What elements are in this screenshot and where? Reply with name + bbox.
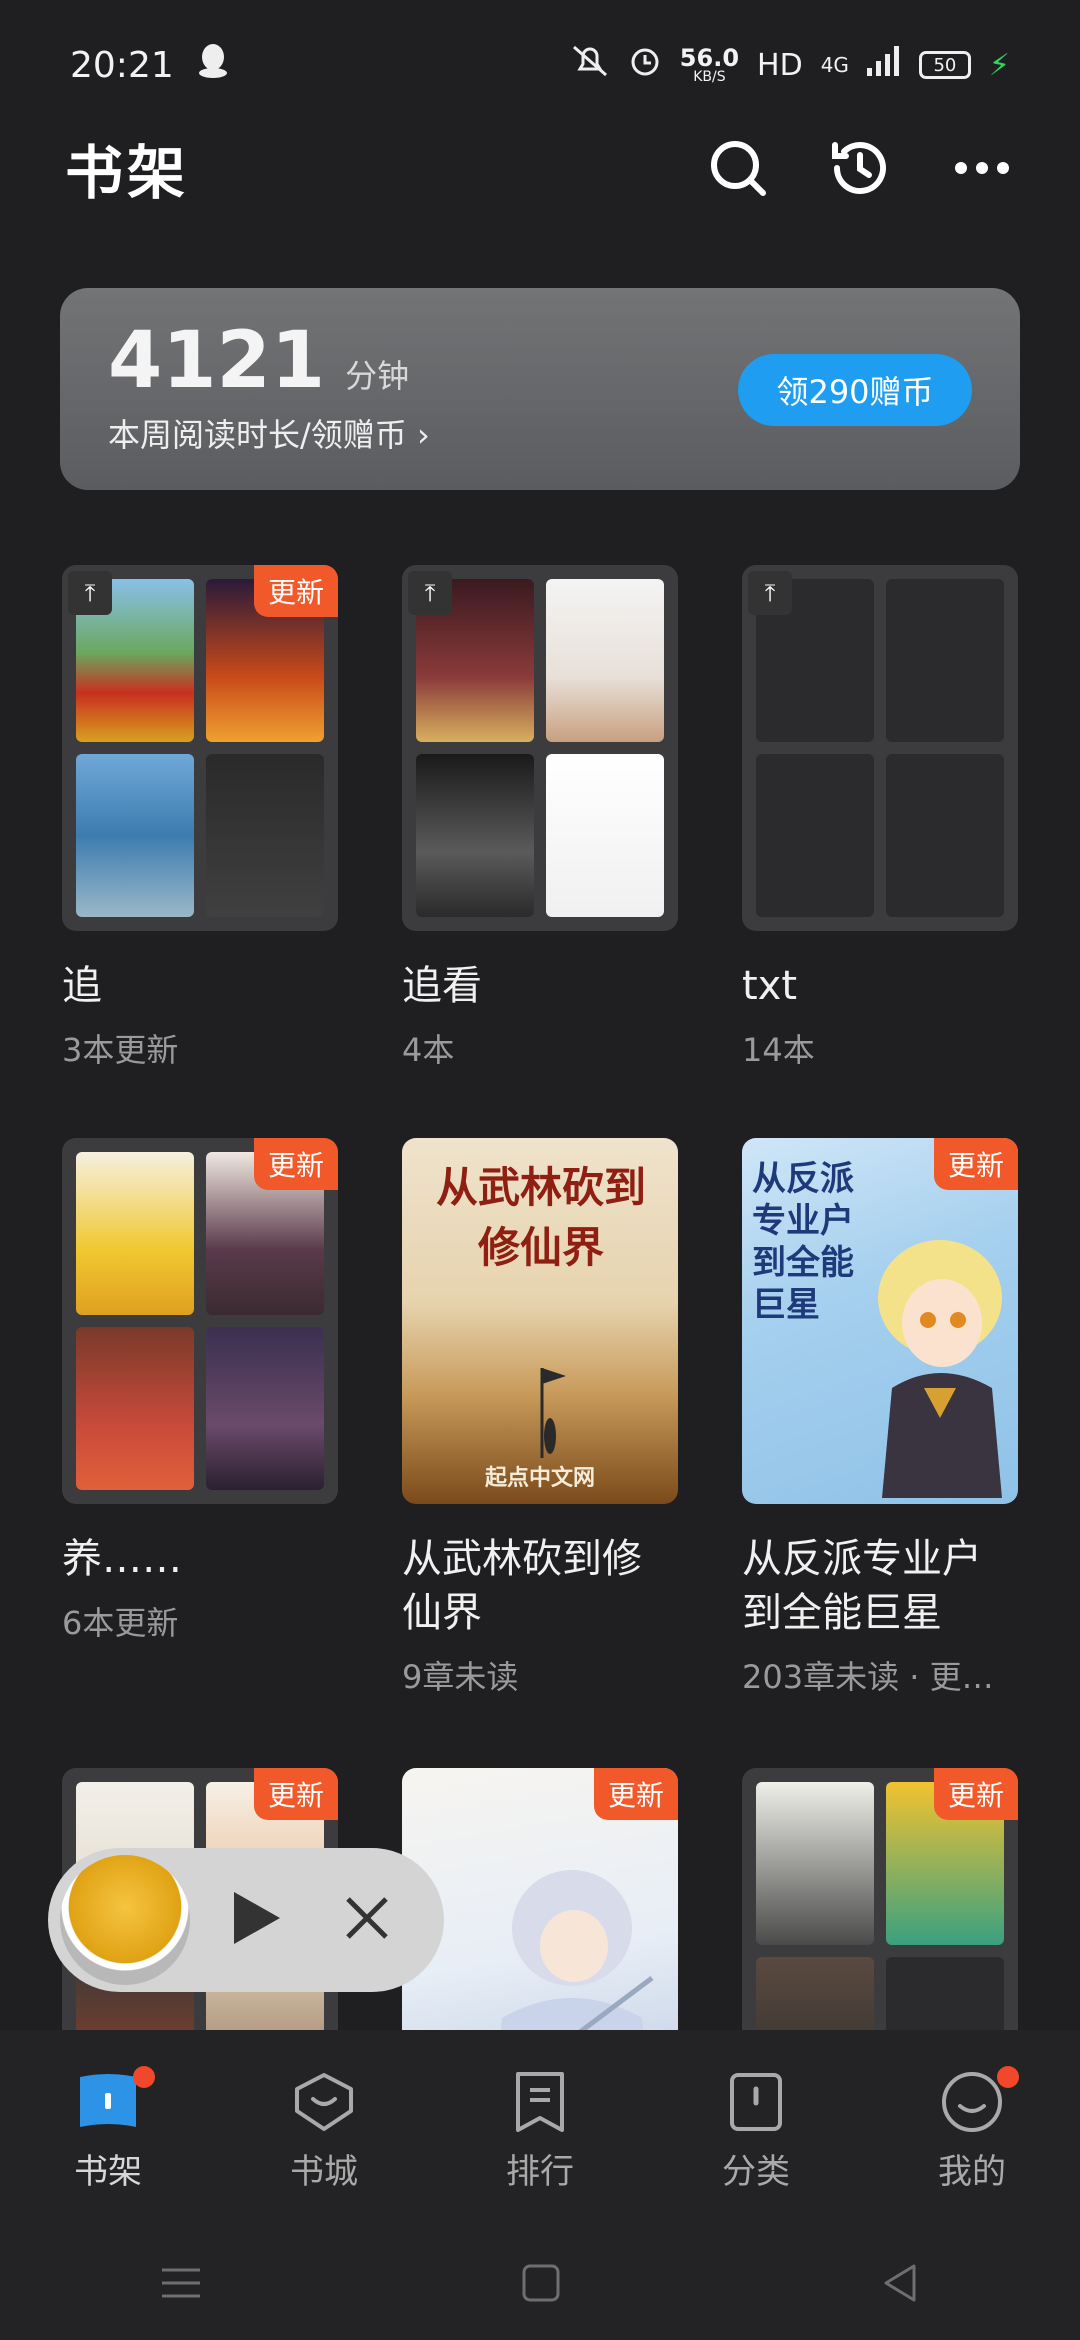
folder-item[interactable]: ⤒ 追看 4本 bbox=[402, 565, 678, 1071]
hd-label: HD bbox=[757, 47, 803, 83]
history-icon[interactable] bbox=[827, 135, 893, 201]
swordsman-figure bbox=[540, 1368, 566, 1458]
item-subtitle: 6本更新 bbox=[62, 1604, 179, 1642]
more-icon[interactable] bbox=[949, 135, 1015, 201]
item-subtitle: 3本更新 bbox=[62, 1031, 179, 1069]
folder-cover: ⤒ bbox=[742, 565, 1018, 931]
update-badge: 更新 bbox=[253, 1768, 338, 1820]
claim-coins-button[interactable]: 领290赠币 bbox=[738, 354, 972, 426]
tab-ranking[interactable]: 排行 bbox=[465, 2066, 615, 2193]
charging-icon: ⚡ bbox=[988, 47, 1010, 83]
back-icon[interactable] bbox=[880, 2262, 920, 2308]
reading-minutes: 4121 bbox=[108, 316, 326, 406]
folder-item[interactable]: ⤒ txt 14本 bbox=[742, 565, 1018, 1071]
folder-cover: ⤒ bbox=[402, 565, 678, 931]
folder-cover: ⤒ 更新 bbox=[62, 565, 338, 931]
item-title: 养…… bbox=[62, 1536, 182, 1582]
item-subtitle: 4本 bbox=[402, 1031, 455, 1069]
folder-item[interactable]: 更新 养…… 6本更新 bbox=[62, 1138, 338, 1644]
tab-label: 分类 bbox=[722, 2152, 790, 2192]
pin-icon: ⤒ bbox=[68, 571, 112, 615]
book-thumb bbox=[416, 754, 534, 917]
item-title: 从武林砍到修仙界 bbox=[402, 1536, 642, 1636]
alarm-icon bbox=[628, 44, 662, 86]
tab-label: 我的 bbox=[938, 2152, 1006, 2192]
item-subtitle: 203章未读 · 更… bbox=[742, 1658, 994, 1696]
book-item[interactable]: 从武林砍到修仙界 起点中文网 从武林砍到修仙界 9章未读 bbox=[402, 1138, 678, 1698]
cover-brand: 起点中文网 bbox=[484, 1466, 595, 1491]
ranking-icon bbox=[504, 2066, 576, 2138]
item-title: 追看 bbox=[402, 963, 482, 1009]
qq-icon bbox=[198, 43, 228, 88]
system-nav-bar bbox=[0, 2230, 1080, 2340]
reading-time-card[interactable]: 4121 分钟 本周阅读时长/领赠币 › 领290赠币 bbox=[60, 288, 1020, 490]
book-thumb bbox=[76, 1152, 194, 1315]
status-time: 20:21 bbox=[70, 44, 174, 86]
tab-bookshelf[interactable]: 书架 bbox=[33, 2066, 183, 2193]
signal-icon bbox=[866, 46, 901, 84]
tab-label: 书架 bbox=[74, 2152, 142, 2192]
book-thumb bbox=[76, 754, 194, 917]
floating-audio-player[interactable] bbox=[48, 1848, 444, 1992]
pin-icon: ⤒ bbox=[748, 571, 792, 615]
category-icon bbox=[720, 2066, 792, 2138]
update-badge: 更新 bbox=[933, 1138, 1018, 1190]
notification-dot bbox=[997, 2066, 1019, 2088]
item-title: 从反派专业户到全能巨星 bbox=[742, 1536, 982, 1636]
search-icon[interactable] bbox=[705, 135, 771, 201]
bookstore-icon bbox=[288, 2066, 360, 2138]
tab-bookstore[interactable]: 书城 bbox=[249, 2066, 399, 2193]
book-thumb bbox=[206, 1327, 324, 1490]
book-thumb bbox=[546, 579, 664, 742]
cover-title: 从反派专业户到全能巨星 bbox=[752, 1159, 854, 1325]
header: 书架 bbox=[0, 120, 1080, 215]
character-illustration bbox=[878, 1240, 1002, 1498]
tab-category[interactable]: 分类 bbox=[681, 2066, 831, 2193]
close-icon[interactable] bbox=[344, 1895, 390, 1945]
tab-label: 书城 bbox=[290, 2152, 358, 2192]
item-title: 追 bbox=[62, 963, 102, 1009]
status-bar: 20:21 56.0 KB/S HD 4G 50 ⚡ bbox=[0, 0, 1080, 130]
folder-item[interactable]: ⤒ 更新 追 3本更新 bbox=[62, 565, 338, 1071]
empty-slot bbox=[886, 754, 1004, 917]
menu-icon[interactable] bbox=[160, 2266, 202, 2304]
reading-unit: 分钟 bbox=[345, 357, 410, 395]
mute-icon bbox=[570, 43, 610, 87]
play-icon[interactable] bbox=[230, 1888, 284, 1952]
page-title: 书架 bbox=[65, 138, 190, 207]
update-badge: 更新 bbox=[253, 565, 338, 617]
book-thumb bbox=[76, 1327, 194, 1490]
cover-title: 从武林砍到修仙界 bbox=[435, 1163, 646, 1272]
update-badge: 更新 bbox=[593, 1768, 678, 1820]
notification-dot bbox=[133, 2066, 155, 2088]
folder-cover: 更新 bbox=[62, 1138, 338, 1504]
book-item[interactable]: 从反派专业户到全能巨星 更新 从反派专业户到全能巨星 203章未读 · 更… bbox=[742, 1138, 1018, 1698]
pin-icon: ⤒ bbox=[408, 571, 452, 615]
tab-label: 排行 bbox=[506, 2152, 574, 2192]
battery-indicator: 50 bbox=[918, 51, 971, 79]
item-subtitle: 14本 bbox=[742, 1031, 815, 1069]
book-cover: 从反派专业户到全能巨星 更新 bbox=[742, 1138, 1018, 1504]
book-thumb bbox=[756, 1782, 874, 1945]
network-type: 4G bbox=[820, 53, 849, 77]
player-avatar[interactable] bbox=[60, 1855, 190, 1985]
tab-profile[interactable]: 我的 bbox=[897, 2066, 1047, 2193]
book-cover: 从武林砍到修仙界 起点中文网 bbox=[402, 1138, 678, 1504]
network-speed: 56.0 KB/S bbox=[679, 44, 740, 85]
book-thumb bbox=[546, 754, 664, 917]
book-thumb bbox=[206, 754, 324, 917]
home-icon[interactable] bbox=[521, 2263, 561, 2307]
item-title: txt bbox=[742, 963, 798, 1009]
bottom-tab-bar: 书架 书城 排行 分类 我的 bbox=[0, 2030, 1080, 2230]
update-badge: 更新 bbox=[253, 1138, 338, 1190]
empty-slot bbox=[886, 579, 1004, 742]
empty-slot bbox=[756, 754, 874, 917]
update-badge: 更新 bbox=[933, 1768, 1018, 1820]
item-subtitle: 9章未读 bbox=[402, 1658, 519, 1696]
